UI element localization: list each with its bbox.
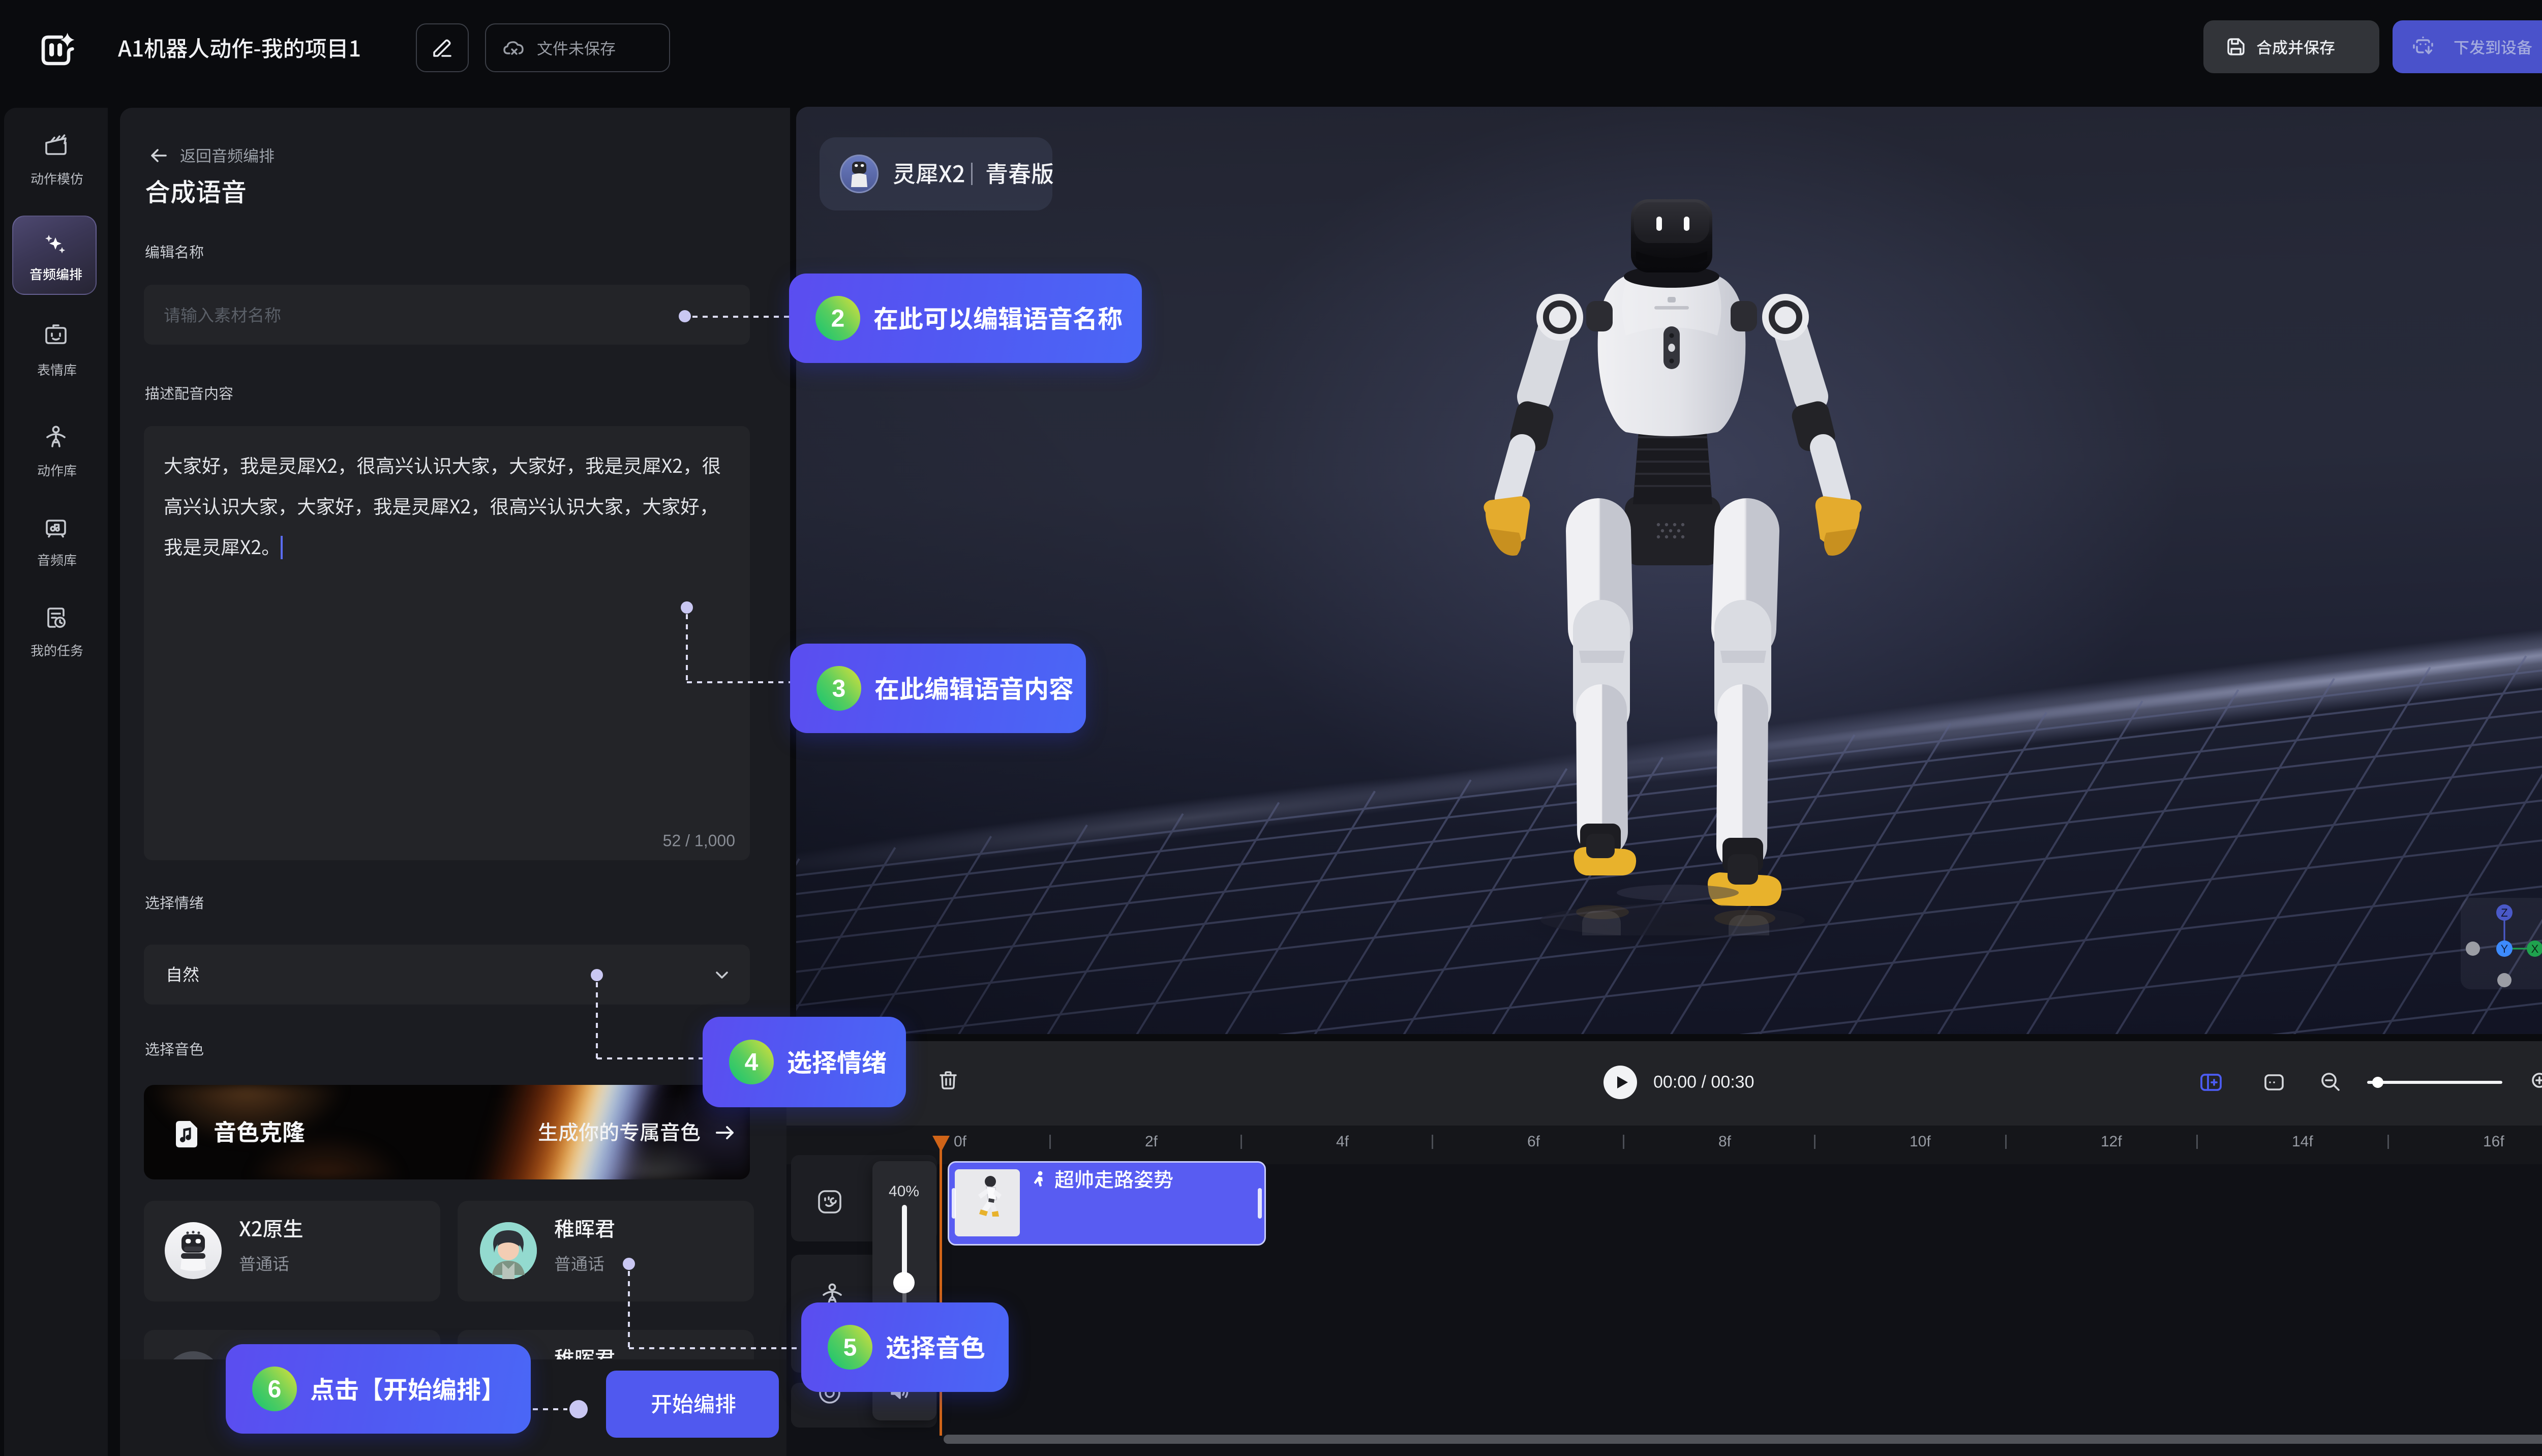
svg-text:Y: Y bbox=[2501, 943, 2508, 955]
svg-text:Z: Z bbox=[2501, 906, 2507, 919]
svg-text:X: X bbox=[2531, 943, 2539, 955]
